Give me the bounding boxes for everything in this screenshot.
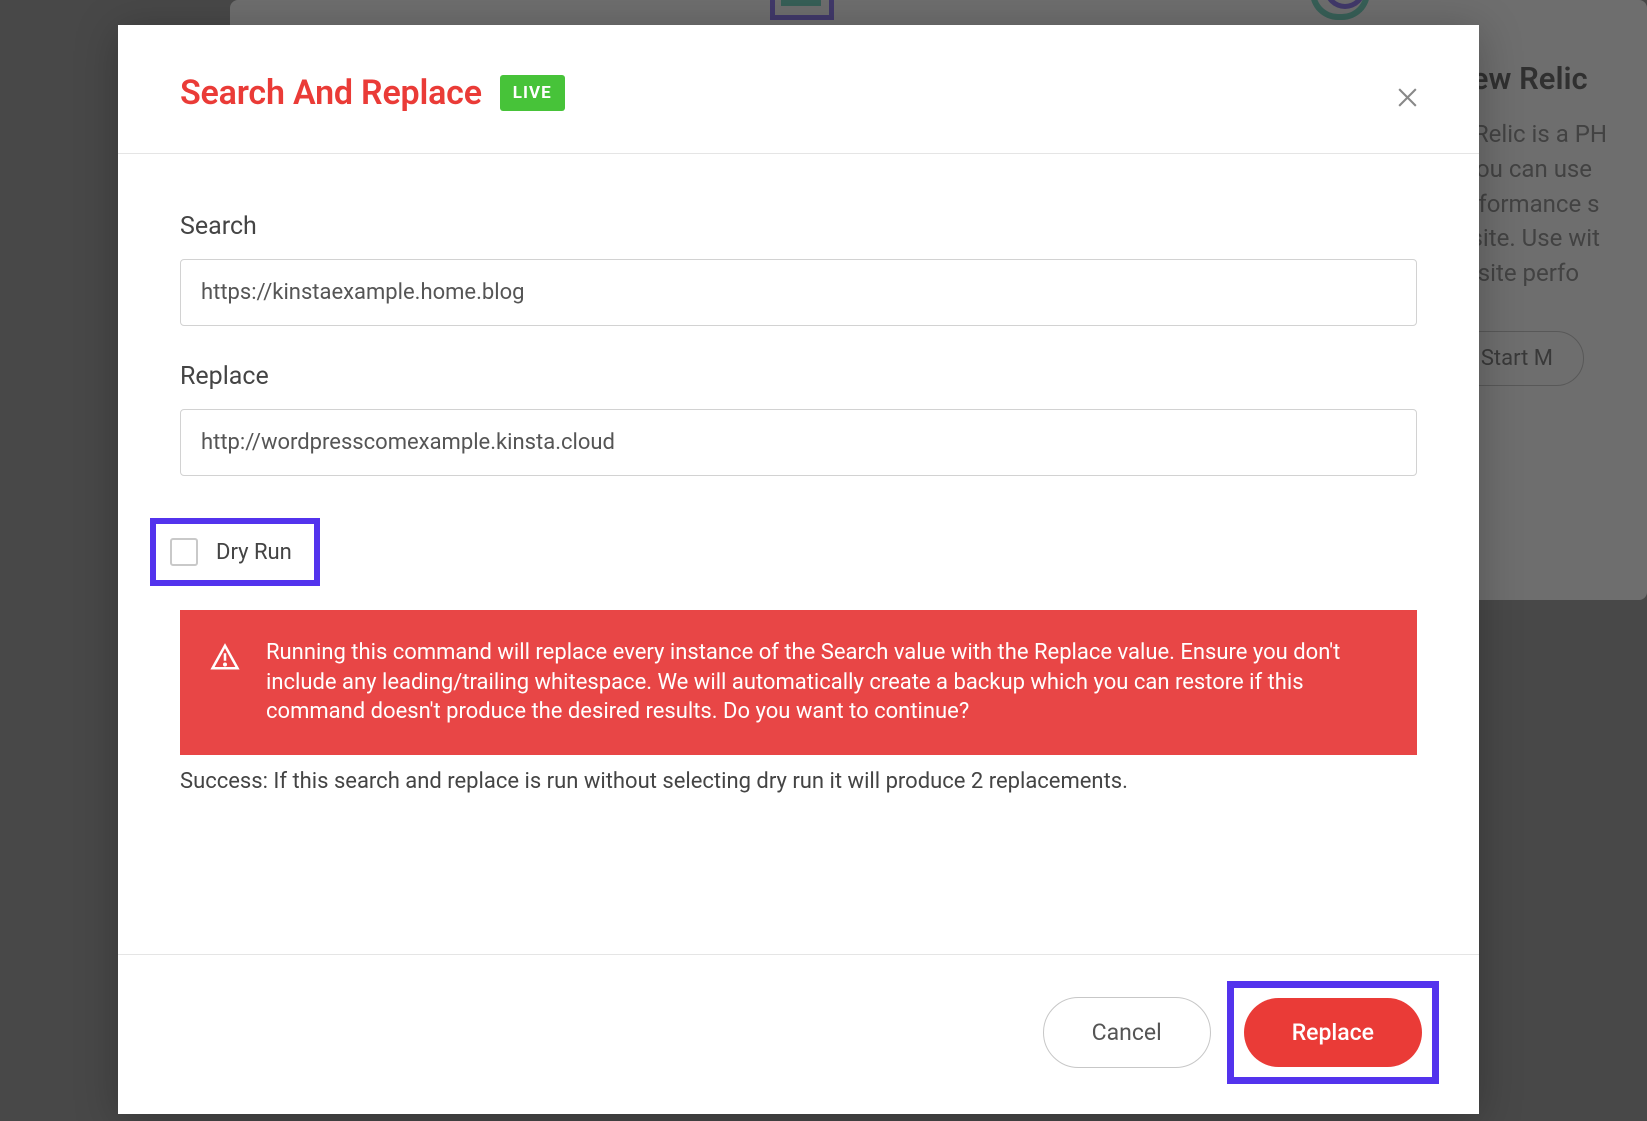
environment-badge: LIVE — [500, 75, 565, 111]
search-field-group: Search — [180, 212, 1417, 326]
replace-button-highlight: Replace — [1227, 981, 1439, 1084]
success-text: Success: If this search and replace is r… — [180, 769, 1417, 794]
replace-button[interactable]: Replace — [1244, 998, 1422, 1067]
modal-header: Search And Replace LIVE — [118, 25, 1479, 154]
modal-body: Search Replace Dry Run Running this comm… — [118, 154, 1479, 954]
modal-footer: Cancel Replace — [118, 954, 1479, 1114]
dry-run-label[interactable]: Dry Run — [216, 540, 292, 565]
cancel-button[interactable]: Cancel — [1043, 997, 1211, 1068]
search-input[interactable] — [180, 259, 1417, 326]
dry-run-checkbox[interactable] — [170, 538, 198, 566]
warning-text: Running this command will replace every … — [266, 638, 1387, 727]
search-label: Search — [180, 212, 1417, 241]
warning-alert: Running this command will replace every … — [180, 610, 1417, 755]
close-icon — [1395, 85, 1420, 114]
dry-run-checkbox-highlight: Dry Run — [150, 518, 320, 586]
replace-field-group: Replace — [180, 362, 1417, 476]
close-button[interactable] — [1385, 77, 1429, 121]
search-replace-modal: Search And Replace LIVE Search Replace D… — [118, 25, 1479, 1114]
modal-title: Search And Replace — [180, 73, 482, 113]
replace-label: Replace — [180, 362, 1417, 391]
replace-input[interactable] — [180, 409, 1417, 476]
warning-icon — [210, 642, 240, 676]
